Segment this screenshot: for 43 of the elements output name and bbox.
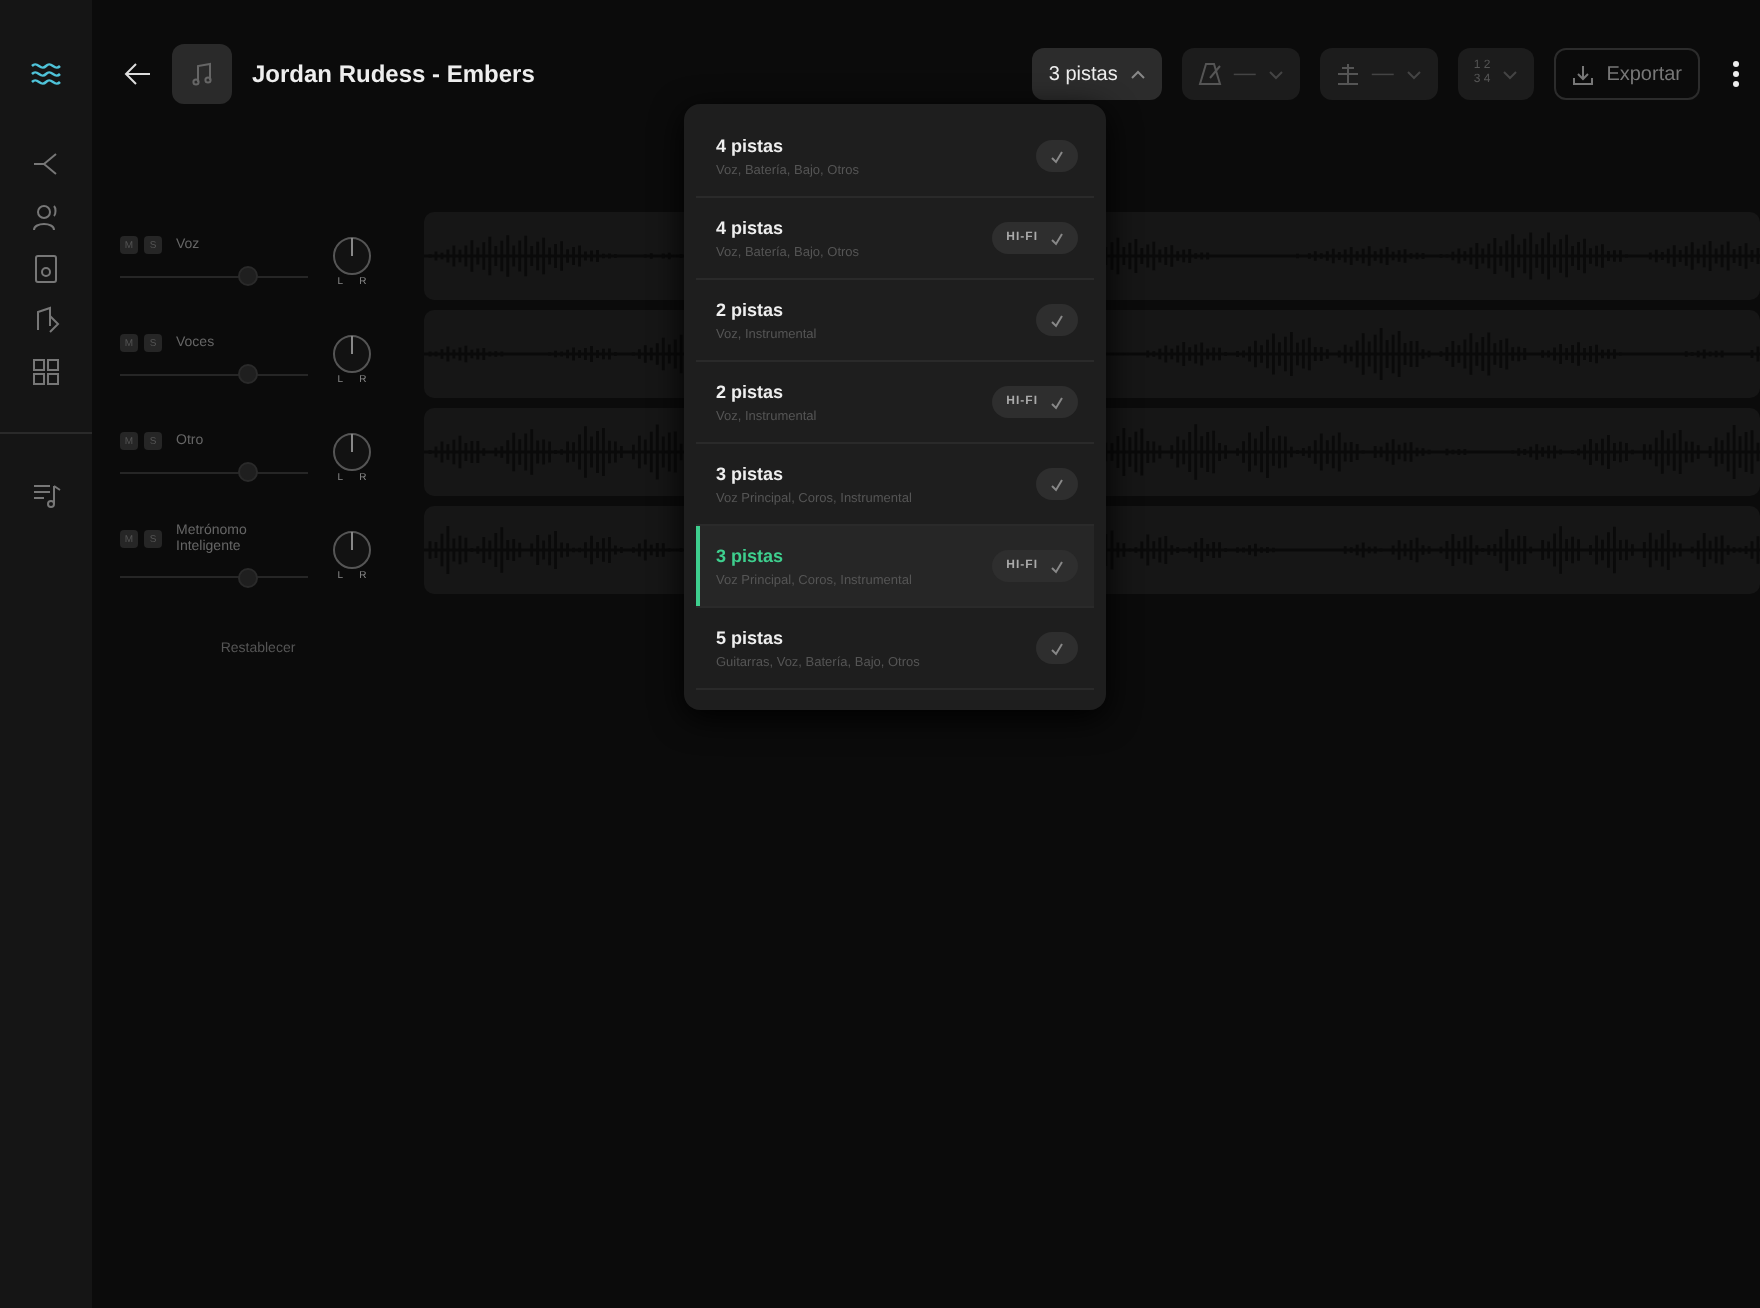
option-title: 3 pistas: [716, 463, 786, 483]
check-icon: [1050, 559, 1064, 573]
caret-icon: [1502, 69, 1519, 79]
slider-thumb[interactable]: [237, 266, 258, 286]
tuning-dropdown[interactable]: —: [1319, 48, 1438, 100]
option-title: 2 pistas: [716, 299, 786, 319]
slider-thumb[interactable]: [237, 462, 258, 482]
caret-icon: [1129, 69, 1146, 79]
option-title: 3 pistas: [716, 545, 786, 565]
song-title: Jordan Rudess - Embers: [252, 60, 537, 88]
option-title: 4 pistas: [716, 217, 786, 237]
export-button[interactable]: Exportar: [1554, 48, 1700, 100]
pan-knob[interactable]: [332, 529, 372, 569]
slider-thumb[interactable]: [237, 567, 258, 587]
metronome-value: —: [1233, 62, 1256, 86]
check-icon: [1050, 641, 1064, 655]
option-title: 4 pistas: [716, 135, 786, 155]
check-icon: [1050, 231, 1064, 245]
pan-knob[interactable]: [332, 431, 372, 471]
pan-knob[interactable]: [332, 333, 372, 373]
tuning-value: —: [1371, 62, 1394, 86]
caret-icon: [1405, 69, 1422, 79]
metronome-dropdown[interactable]: —: [1181, 48, 1300, 100]
tuning-fork-icon: [1335, 62, 1360, 86]
check-icon: [1050, 149, 1064, 163]
download-icon: [1572, 63, 1595, 85]
caret-icon: [1267, 69, 1284, 79]
speaker-icon[interactable]: [30, 252, 62, 284]
check-icon: [1050, 395, 1064, 409]
stems-dropdown[interactable]: 3 pistas: [1032, 48, 1162, 100]
option-title: 2 pistas: [716, 381, 786, 401]
singer-icon[interactable]: [30, 200, 62, 232]
metronome-icon: [1197, 62, 1222, 86]
slider-thumb[interactable]: [237, 364, 258, 384]
more-options-icon[interactable]: [1732, 60, 1740, 88]
music-note-icon: [190, 62, 214, 86]
option-title: 5 pistas: [716, 627, 786, 647]
back-arrow-icon[interactable]: [124, 60, 152, 88]
split-arrows-icon[interactable]: [30, 148, 62, 180]
grid-icon[interactable]: [30, 356, 62, 388]
pan-knob[interactable]: [332, 235, 372, 275]
check-icon: [1050, 313, 1064, 327]
check-icon: [1050, 477, 1064, 491]
